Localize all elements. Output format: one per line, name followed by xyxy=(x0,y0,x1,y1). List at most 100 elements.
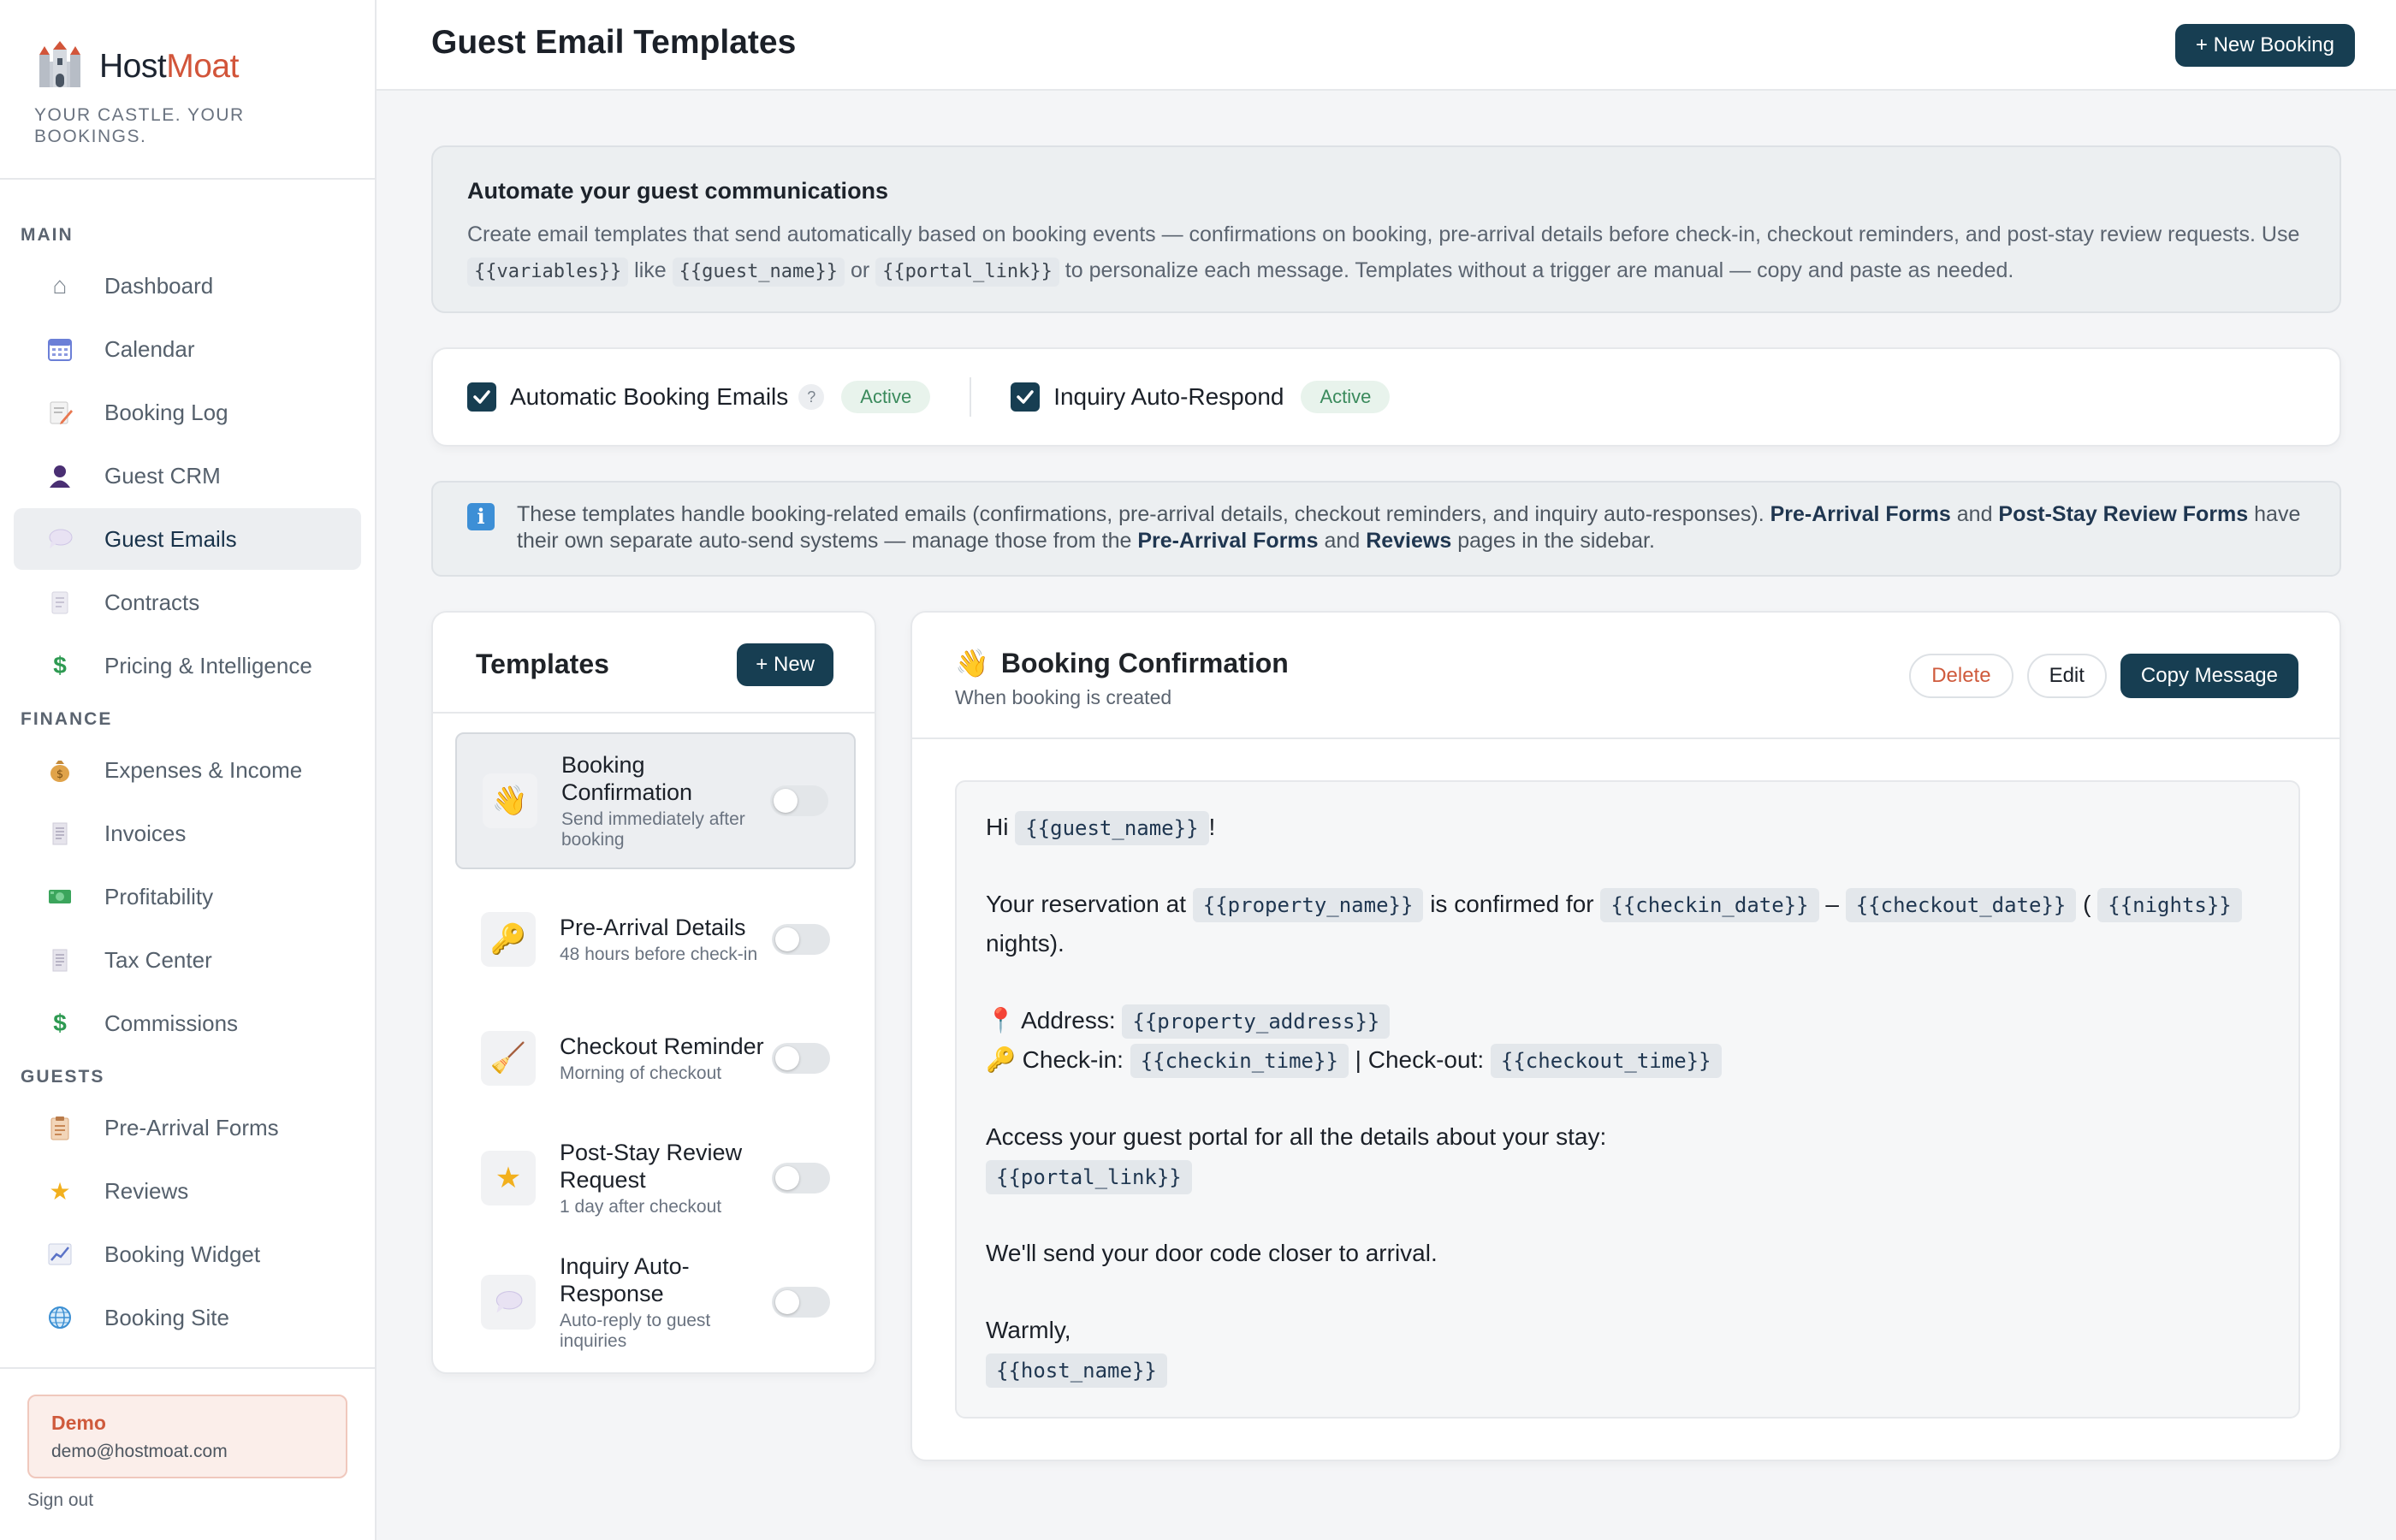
help-icon[interactable]: ? xyxy=(798,384,825,410)
template-detail-panel: 👋 Booking Confirmation When booking is cr… xyxy=(910,611,2341,1461)
sidebar-item-guest-crm[interactable]: Guest CRM xyxy=(14,445,361,506)
pre-arrival-forms-ref: Pre-Arrival Forms xyxy=(1137,529,1319,553)
template-title: 👋 Booking Confirmation xyxy=(955,647,1289,679)
user-name: Demo xyxy=(51,1412,106,1434)
variables-token: {{variables}} xyxy=(467,258,629,287)
sidebar-item-dashboard[interactable]: ⌂ Dashboard xyxy=(14,255,361,317)
inquiry-auto-respond-label: Inquiry Auto-Respond xyxy=(1053,383,1284,410)
template-item-checkout-reminder[interactable]: 🧹 Checkout Reminder Morning of checkout xyxy=(455,1003,856,1114)
pin-icon: 📍 xyxy=(986,1007,1016,1034)
reservation-line: Your reservation at {{property_name}} is… xyxy=(986,885,2269,963)
sidebar-item-commissions[interactable]: $ Commissions xyxy=(14,992,361,1054)
sidebar-item-booking-widget[interactable]: Booking Widget xyxy=(14,1223,361,1285)
star-icon: ★ xyxy=(49,1177,71,1205)
property-name-token: {{property_name}} xyxy=(1192,888,1424,922)
logo-link[interactable]: HostMoat xyxy=(34,41,375,92)
new-booking-button[interactable]: + New Booking xyxy=(2174,24,2355,67)
brand-name: HostMoat xyxy=(99,48,239,85)
nav-section-finance: FINANCE xyxy=(21,709,113,729)
pre-arrival-forms-link: Pre-Arrival Forms xyxy=(1770,502,1951,526)
calendar-icon xyxy=(44,334,75,364)
intro-text: Create email templates that send automat… xyxy=(467,216,2307,288)
speech-bubble-icon xyxy=(44,524,75,554)
guest-name-token: {{guest_name}} xyxy=(672,258,845,287)
user-email: demo@hostmoat.com xyxy=(51,1442,228,1461)
chart-icon xyxy=(44,1239,75,1270)
dollar-icon: $ xyxy=(53,1010,67,1036)
sidebar-item-guest-emails[interactable]: Guest Emails xyxy=(14,508,361,570)
templates-title: Templates xyxy=(476,649,609,679)
template-item-pre-arrival-details[interactable]: 🔑 Pre-Arrival Details 48 hours before che… xyxy=(455,888,856,991)
template-toggle[interactable] xyxy=(772,1043,830,1074)
brand: HostMoat YOUR CASTLE. YOUR BOOKINGS. xyxy=(0,0,375,180)
sidebar-item-pre-arrival-forms[interactable]: Pre-Arrival Forms xyxy=(14,1097,361,1158)
info-icon: i xyxy=(467,503,495,530)
check-icon xyxy=(473,390,490,404)
message-preview: Hi {{guest_name}}! Your reservation at {… xyxy=(955,780,2300,1419)
edit-button[interactable]: Edit xyxy=(2026,654,2107,698)
key-icon: 🔑 xyxy=(481,912,536,967)
sidebar-item-calendar[interactable]: Calendar xyxy=(14,318,361,380)
checkout-date-token: {{checkout_date}} xyxy=(1845,888,2077,922)
checkout-time-token: {{checkout_time}} xyxy=(1490,1044,1722,1078)
portal-link-token: {{portal_link}} xyxy=(986,1160,1192,1194)
sidebar-item-pricing[interactable]: $ Pricing & Intelligence xyxy=(14,635,361,696)
sidebar-item-profitability[interactable]: Profitability xyxy=(14,866,361,927)
dollar-icon: $ xyxy=(53,652,67,678)
banknote-icon xyxy=(44,881,75,912)
template-toggle[interactable] xyxy=(772,924,830,955)
inquiry-auto-respond-checkbox[interactable] xyxy=(1011,382,1041,412)
template-toggle[interactable] xyxy=(770,785,828,816)
speech-bubble-icon xyxy=(481,1275,536,1330)
sidebar-item-tax-center[interactable]: Tax Center xyxy=(14,929,361,991)
property-address-token: {{property_address}} xyxy=(1122,1004,1391,1039)
template-toggle[interactable] xyxy=(772,1287,830,1318)
templates-panel: Templates + New 👋 Booking Confirmation Se… xyxy=(431,611,876,1374)
money-bag-icon: $ xyxy=(44,755,75,785)
sign-out-link[interactable]: Sign out xyxy=(27,1490,93,1511)
brand-tagline: YOUR CASTLE. YOUR BOOKINGS. xyxy=(34,105,245,146)
clipboard-icon xyxy=(44,1112,75,1143)
sidebar-item-expenses-income[interactable]: $ Expenses & Income xyxy=(14,739,361,801)
template-item-post-stay-review[interactable]: ★ Post-Stay Review Request 1 day after ch… xyxy=(455,1122,856,1234)
receipt-icon xyxy=(44,945,75,975)
auto-booking-emails-label: Automatic Booking Emails xyxy=(510,383,789,410)
copy-message-button[interactable]: Copy Message xyxy=(2120,654,2298,698)
sidebar-item-reviews[interactable]: ★ Reviews xyxy=(14,1160,361,1222)
template-trigger: When booking is created xyxy=(955,686,1172,708)
page-title: Guest Email Templates xyxy=(431,24,797,61)
portal-link-token: {{portal_link}} xyxy=(875,258,1059,287)
inquiry-status-badge: Active xyxy=(1301,381,1391,413)
host-name-token: {{host_name}} xyxy=(986,1353,1167,1388)
nav-section-guests: GUESTS xyxy=(21,1067,105,1087)
checkin-date-token: {{checkin_date}} xyxy=(1600,888,1819,922)
delete-button[interactable]: Delete xyxy=(1909,654,2013,698)
sidebar-item-contracts[interactable]: Contracts xyxy=(14,572,361,633)
sidebar-item-booking-log[interactable]: Booking Log xyxy=(14,382,361,443)
broom-icon: 🧹 xyxy=(481,1031,536,1086)
checkin-time-token: {{checkin_time}} xyxy=(1130,1044,1349,1078)
globe-icon xyxy=(44,1302,75,1333)
user-card: Demo demo@hostmoat.com xyxy=(27,1395,347,1478)
new-template-button[interactable]: + New xyxy=(737,643,833,686)
document-icon xyxy=(44,587,75,618)
sidebar-item-booking-site[interactable]: Booking Site xyxy=(14,1287,361,1348)
sidebar-nav: MAIN ⌂ Dashboard Calendar Booking Log Gue… xyxy=(0,180,375,1348)
intro-panel: Automate your guest communications Creat… xyxy=(431,145,2341,313)
sidebar: HostMoat YOUR CASTLE. YOUR BOOKINGS. MAI… xyxy=(0,0,377,1540)
template-toggle[interactable] xyxy=(772,1163,830,1194)
key-icon: 🔑 xyxy=(986,1046,1016,1073)
checkin-line: 🔑 Check-in: {{checkin_time}} | Check-out… xyxy=(986,1040,2269,1080)
post-stay-review-forms-text: Post-Stay Review Forms xyxy=(1998,502,2249,526)
check-icon xyxy=(1017,390,1034,404)
template-item-inquiry-auto-response[interactable]: Inquiry Auto-Response Auto-reply to guest… xyxy=(455,1241,856,1364)
portal-line: Access your guest portal for all the det… xyxy=(986,1123,1607,1150)
template-item-booking-confirmation[interactable]: 👋 Booking Confirmation Send immediately a… xyxy=(455,732,856,869)
template-actions: Delete Edit Copy Message xyxy=(1909,654,2298,698)
sidebar-item-invoices[interactable]: Invoices xyxy=(14,803,361,864)
signoff-line: Warmly, xyxy=(986,1317,1071,1343)
sidebar-footer: Demo demo@hostmoat.com Sign out xyxy=(0,1367,375,1540)
auto-booking-emails-checkbox[interactable] xyxy=(467,382,496,412)
home-icon: ⌂ xyxy=(52,272,68,299)
templates-header: Templates + New xyxy=(433,613,875,714)
